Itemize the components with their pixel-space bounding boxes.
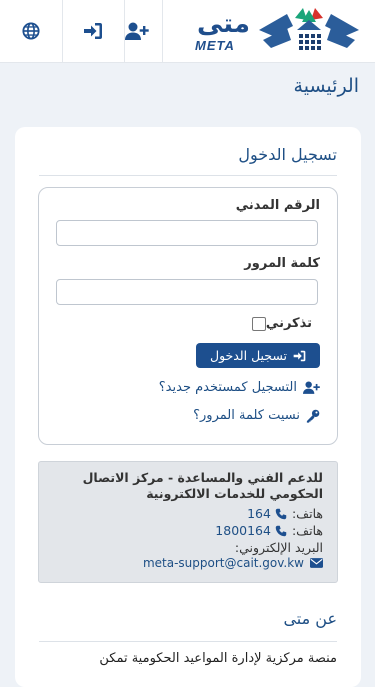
- register-link[interactable]: التسجيل كمستخدم جديد؟: [159, 380, 320, 395]
- phone-icon: [275, 508, 287, 519]
- support-phone-1: هاتف: 164: [247, 506, 323, 521]
- login-section-title: تسجيل الدخول: [238, 145, 337, 164]
- remember-me[interactable]: تذكرني: [251, 316, 320, 331]
- envelope-icon: [310, 558, 323, 568]
- support-phone-2: هاتف: 1800164: [215, 523, 323, 538]
- key-icon: [306, 409, 320, 423]
- forgot-password-link[interactable]: نسيت كلمة المرور؟: [193, 408, 320, 423]
- forgot-password-label: نسيت كلمة المرور؟: [193, 408, 300, 423]
- user-plus-icon: [303, 381, 320, 394]
- logo-english-text: META: [195, 38, 235, 53]
- civil-id-label: الرقم المدني: [235, 198, 320, 213]
- divider: [39, 641, 337, 642]
- register-header-button[interactable]: [112, 0, 163, 62]
- meta-logo[interactable]: متى META: [191, 6, 361, 56]
- language-button[interactable]: [0, 0, 63, 62]
- support-phone-number[interactable]: 1800164: [215, 523, 271, 538]
- sign-in-icon: [293, 350, 306, 361]
- civil-id-field[interactable]: [56, 220, 318, 246]
- support-title: للدعم الفني والمساعدة - مركز الاتصال الح…: [82, 470, 323, 501]
- sign-in-icon: [84, 23, 102, 39]
- remember-me-label: تذكرني: [265, 316, 312, 331]
- support-email-label-row: البريد الإلكتروني:: [235, 540, 323, 555]
- logo-arabic-text: متى: [197, 9, 251, 39]
- login-form: الرقم المدني كلمة المرور تذكرني تسجيل ال…: [38, 187, 338, 445]
- password-label: كلمة المرور: [244, 256, 320, 271]
- top-header: متى META: [0, 0, 375, 63]
- login-button-label: تسجيل الدخول: [209, 348, 288, 363]
- user-plus-icon: [125, 22, 149, 40]
- register-link-label: التسجيل كمستخدم جديد؟: [158, 380, 297, 395]
- about-text: منصة مركزية لإدارة المواعيد الحكومية تمك…: [99, 651, 337, 666]
- logo-emblem-icon: [259, 8, 359, 50]
- divider: [39, 175, 337, 176]
- support-info-box: للدعم الفني والمساعدة - مركز الاتصال الح…: [38, 461, 338, 583]
- phone-label: هاتف:: [291, 523, 323, 538]
- support-email-link[interactable]: meta-support@cait.gov.kw: [143, 556, 323, 570]
- email-label: البريد الإلكتروني:: [234, 540, 323, 555]
- support-email: meta-support@cait.gov.kw: [142, 556, 304, 570]
- support-phone-number[interactable]: 164: [247, 506, 271, 521]
- page-title-bar: الرئيسية: [0, 63, 375, 113]
- login-button[interactable]: تسجيل الدخول: [196, 343, 320, 368]
- page-title: الرئيسية: [293, 75, 359, 97]
- phone-label: هاتف:: [291, 506, 323, 521]
- password-field[interactable]: [56, 279, 318, 305]
- phone-icon: [275, 525, 287, 536]
- main-card: تسجيل الدخول الرقم المدني كلمة المرور تذ…: [15, 127, 361, 687]
- remember-me-checkbox[interactable]: [251, 316, 266, 331]
- about-section-title: عن متى: [283, 609, 337, 628]
- globe-icon: [22, 22, 40, 40]
